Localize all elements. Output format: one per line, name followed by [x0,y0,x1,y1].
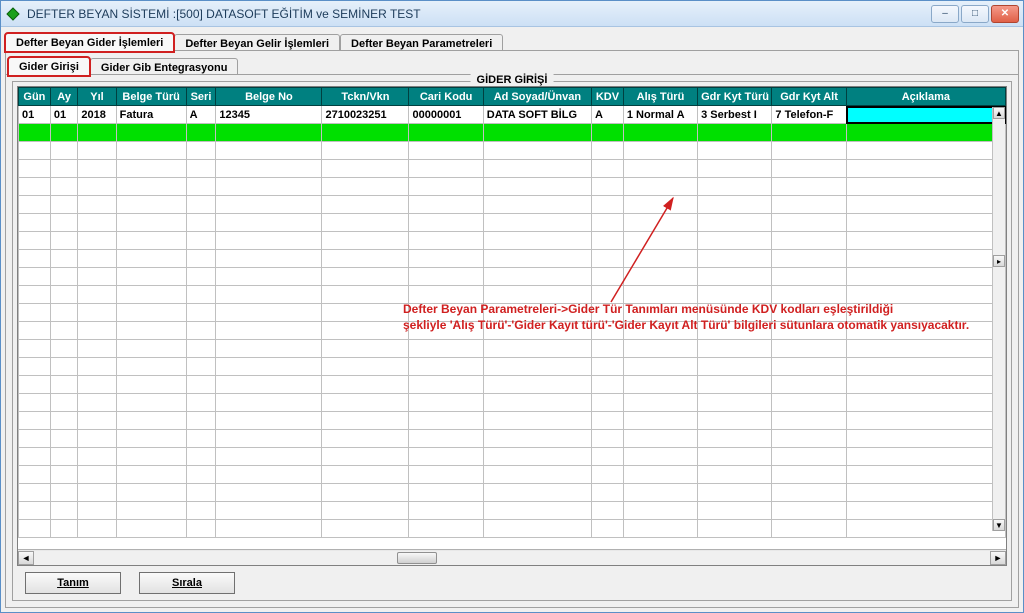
table-row[interactable] [19,376,1006,394]
table-row[interactable] [19,322,1006,340]
groupbox-title: GİDER GİRİŞİ [471,74,554,86]
vertical-scrollbar[interactable]: ▲ ▸ ▼ [992,107,1005,531]
table-row[interactable]: 01012018FaturaA12345271002325100000001DA… [19,106,1006,124]
sub-tabstrip: Gider GirişiGider Gib Entegrasyonu [8,53,1016,75]
scroll-marker-icon[interactable]: ▸ [993,255,1005,267]
minimize-button[interactable]: – [931,5,959,23]
tab-defter-beyan-gider-i̇şlemleri[interactable]: Defter Beyan Gider İşlemleri [5,33,174,52]
cell[interactable]: 2710023251 [322,106,409,124]
window-title: DEFTER BEYAN SİSTEMİ :[500] DATASOFT EĞİ… [27,7,931,21]
col-a-klama[interactable]: Açıklama [846,88,1005,106]
maximize-button[interactable]: □ [961,5,989,23]
cell[interactable]: A [186,106,216,124]
col-seri[interactable]: Seri [186,88,216,106]
table-row[interactable] [19,520,1006,538]
col-ay[interactable]: Ay [50,88,78,106]
table-row[interactable] [19,268,1006,286]
table-row[interactable] [19,412,1006,430]
scroll-up-icon[interactable]: ▲ [993,107,1005,119]
table-row[interactable] [19,340,1006,358]
table-row[interactable] [19,250,1006,268]
cell[interactable]: 1 Normal A [623,106,697,124]
col-g-n[interactable]: Gün [19,88,51,106]
scroll-right-icon[interactable]: ► [990,551,1006,565]
table-row[interactable] [19,466,1006,484]
cell[interactable]: 3 Serbest I [698,106,772,124]
col-y-l[interactable]: Yıl [78,88,116,106]
table-row[interactable] [19,178,1006,196]
table-row[interactable] [19,196,1006,214]
app-window: DEFTER BEYAN SİSTEMİ :[500] DATASOFT EĞİ… [0,0,1024,613]
client-area: Defter Beyan Gider İşlemleriDefter Beyan… [1,27,1023,612]
table-row[interactable] [19,484,1006,502]
col-al-t-r-[interactable]: Alış Türü [623,88,697,106]
table-row[interactable] [19,160,1006,178]
insert-row[interactable] [19,124,1006,142]
cell[interactable]: DATA SOFT BİLG [483,106,591,124]
close-button[interactable]: ✕ [991,5,1019,23]
app-icon [5,6,21,22]
cell[interactable]: 01 [19,106,51,124]
gider-panel: GİDER GİRİŞİ GünAyYılBelge TürüSeriBelge… [5,74,1019,608]
sirala-button[interactable]: Sırala [139,572,235,594]
cell[interactable]: 01 [50,106,78,124]
gider-groupbox: GİDER GİRİŞİ GünAyYılBelge TürüSeriBelge… [12,81,1012,601]
horizontal-scrollbar[interactable]: ◄ ► [18,549,1006,565]
subtab-gider-girişi[interactable]: Gider Girişi [8,57,90,76]
col-belge-no[interactable]: Belge No [216,88,322,106]
col-tckn-vkn[interactable]: Tckn/Vkn [322,88,409,106]
cell[interactable]: A [592,106,624,124]
table-row[interactable] [19,286,1006,304]
table-row[interactable] [19,214,1006,232]
scroll-down-icon[interactable]: ▼ [993,519,1005,531]
cell[interactable] [846,106,1005,124]
scroll-track[interactable] [34,551,990,565]
col-gdr-kyt-t-r-[interactable]: Gdr Kyt Türü [698,88,772,106]
table-row[interactable] [19,502,1006,520]
grid[interactable]: GünAyYılBelge TürüSeriBelge NoTckn/VknCa… [17,86,1007,566]
cell[interactable]: 12345 [216,106,322,124]
cell[interactable]: 00000001 [409,106,483,124]
table-row[interactable] [19,448,1006,466]
table-row[interactable] [19,358,1006,376]
cell[interactable]: 2018 [78,106,116,124]
col-gdr-kyt-alt[interactable]: Gdr Kyt Alt [772,88,846,106]
table-row[interactable] [19,394,1006,412]
scroll-left-icon[interactable]: ◄ [18,551,34,565]
table-row[interactable] [19,430,1006,448]
titlebar: DEFTER BEYAN SİSTEMİ :[500] DATASOFT EĞİ… [1,1,1023,27]
col-belge-t-r-[interactable]: Belge Türü [116,88,186,106]
main-tabstrip: Defter Beyan Gider İşlemleriDefter Beyan… [5,29,1019,51]
col-cari-kodu[interactable]: Cari Kodu [409,88,483,106]
col-kdv[interactable]: KDV [592,88,624,106]
scroll-thumb[interactable] [397,552,437,564]
table-row[interactable] [19,142,1006,160]
table-row[interactable] [19,304,1006,322]
tanim-button[interactable]: Tanım [25,572,121,594]
cell[interactable]: 7 Telefon-F [772,106,846,124]
cell[interactable]: Fatura [116,106,186,124]
table-row[interactable] [19,232,1006,250]
col-ad-soyad-nvan[interactable]: Ad Soyad/Ünvan [483,88,591,106]
